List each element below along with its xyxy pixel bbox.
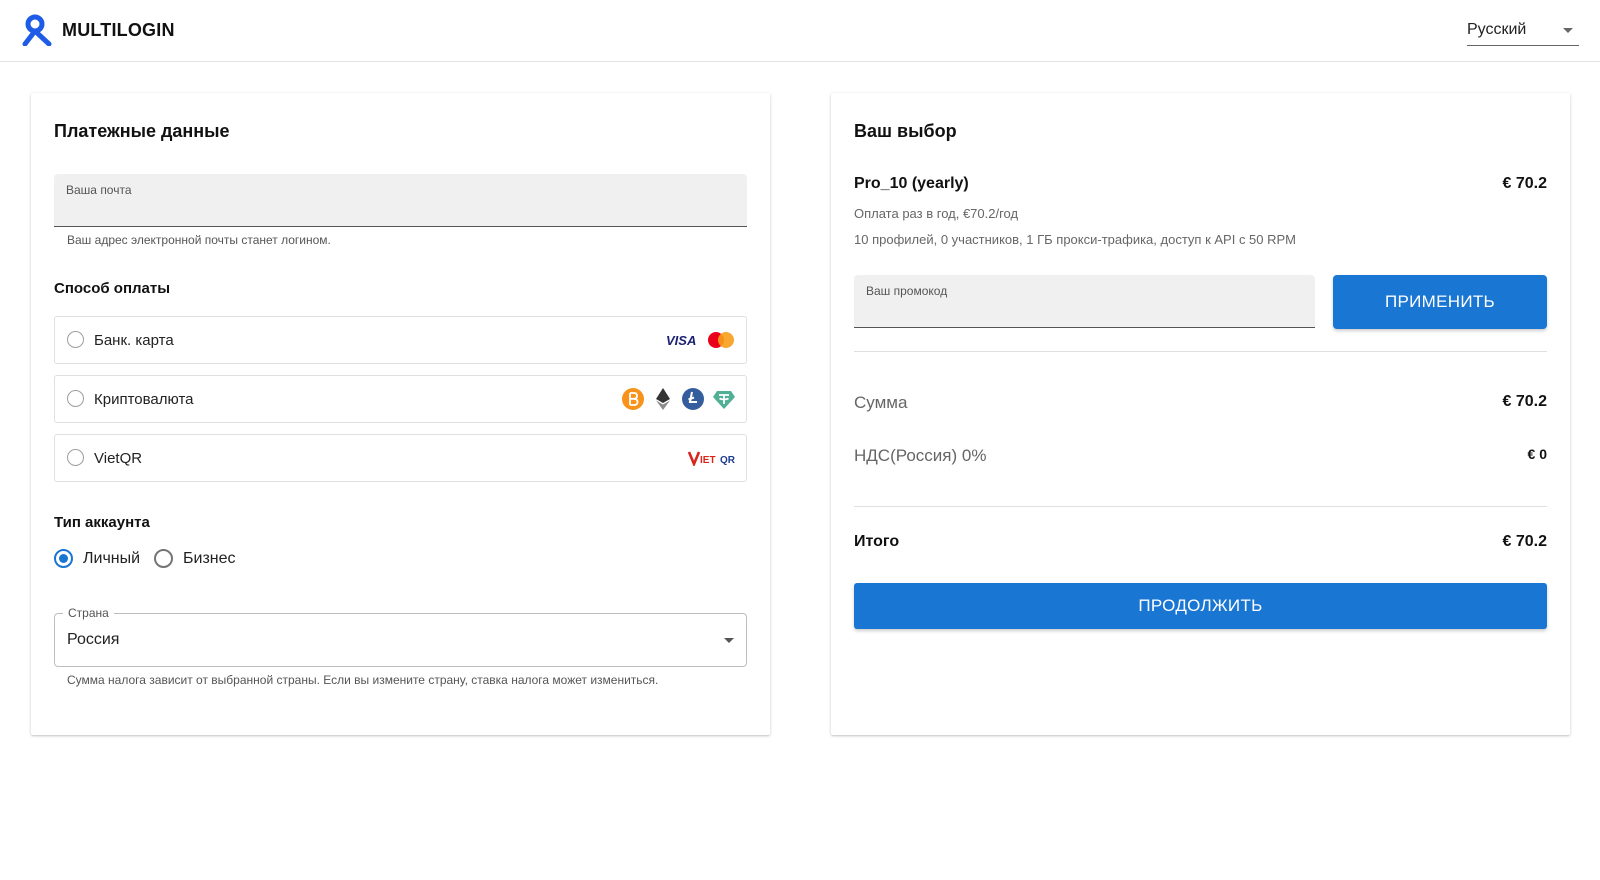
subtotal-value: € 70.2 (1502, 393, 1547, 410)
payment-option-vietqr[interactable]: VietQR IET QR (54, 434, 747, 482)
order-summary-title: Ваш выбор (854, 121, 957, 141)
visa-text: VISA (666, 333, 696, 348)
order-summary-card: Ваш выбор Pro_10 (yearly) € 70.2 Оплата … (831, 93, 1570, 735)
brand-logo[interactable]: MULTILOGIN (22, 14, 175, 46)
apply-promo-button[interactable]: ПРИМЕНИТЬ (1333, 275, 1547, 329)
total-label: Итого (854, 533, 900, 550)
language-select[interactable]: Русский (1467, 14, 1579, 46)
plan-name: Pro_10 (yearly) (854, 175, 969, 192)
payment-method-label: Способ оплаты (54, 280, 171, 297)
payment-option-vietqr-label: VietQR (94, 450, 143, 467)
account-type-business-label: Бизнес (183, 549, 236, 567)
country-value: Россия (67, 631, 120, 648)
radio-business[interactable] (154, 549, 173, 568)
tether-icon (713, 391, 735, 409)
plan-price: € 70.2 (1502, 175, 1547, 192)
country-helper-text: Сумма налога зависит от выбранной страны… (67, 673, 659, 687)
litecoin-icon (682, 388, 704, 410)
payment-option-card[interactable]: Банк. карта VISA (54, 316, 747, 364)
radio-crypto[interactable] (67, 390, 84, 407)
email-field[interactable]: Ваша почта (54, 174, 747, 227)
email-helper-text: Ваш адрес электронной почты станет логин… (67, 233, 331, 247)
chevron-down-icon (724, 638, 734, 643)
promo-code-input[interactable] (866, 299, 1303, 321)
radio-card[interactable] (67, 331, 84, 348)
account-type-label: Тип аккаунта (54, 514, 150, 531)
payment-option-crypto-label: Криптовалюта (94, 391, 194, 408)
top-header: MULTILOGIN Русский (0, 0, 1600, 62)
language-value: Русский (1467, 21, 1527, 38)
multilogin-logo-icon (22, 14, 52, 46)
total-value: € 70.2 (1502, 533, 1547, 550)
visa-logo-icon: VISA (666, 333, 696, 348)
country-select-label: Страна (63, 606, 114, 620)
bitcoin-icon (622, 388, 644, 410)
promo-code-label: Ваш промокод (866, 284, 948, 298)
email-input[interactable] (66, 198, 735, 220)
email-field-label: Ваша почта (66, 183, 132, 197)
account-type-business[interactable]: Бизнес (154, 549, 236, 568)
vietqr-logo-icon: IET QR (688, 451, 736, 466)
payment-option-card-label: Банк. карта (94, 332, 174, 349)
account-type-personal-label: Личный (83, 549, 141, 567)
payment-details-title: Платежные данные (54, 121, 230, 141)
promo-code-field[interactable]: Ваш промокод (854, 275, 1315, 328)
brand-name: MULTILOGIN (62, 19, 175, 40)
radio-personal[interactable] (54, 549, 73, 568)
plan-billing-note: Оплата раз в год, €70.2/год (854, 206, 1019, 221)
subtotal-label: Сумма (854, 393, 908, 412)
svg-text:IET: IET (700, 455, 716, 466)
continue-button[interactable]: ПРОДОЛЖИТЬ (854, 583, 1547, 629)
payment-details-card: Платежные данные Ваша почта Ваш адрес эл… (31, 93, 770, 735)
payment-option-crypto[interactable]: Криптовалюта (54, 375, 747, 423)
summary-divider-top (854, 351, 1547, 352)
chevron-down-icon (1563, 28, 1573, 33)
account-type-personal[interactable]: Личный (54, 549, 140, 568)
summary-divider-bottom (854, 506, 1547, 507)
country-select[interactable]: Страна Россия (54, 606, 747, 667)
ethereum-icon (656, 388, 670, 410)
svg-text:QR: QR (720, 455, 736, 466)
vat-label: НДС(Россия) 0% (854, 446, 987, 465)
vat-value: € 0 (1527, 446, 1547, 462)
account-type-group: Личный Бизнес (54, 549, 454, 573)
radio-vietqr[interactable] (67, 449, 84, 466)
plan-features: 10 профилей, 0 участников, 1 ГБ прокси-т… (854, 232, 1297, 247)
mastercard-logo-icon (708, 332, 734, 348)
